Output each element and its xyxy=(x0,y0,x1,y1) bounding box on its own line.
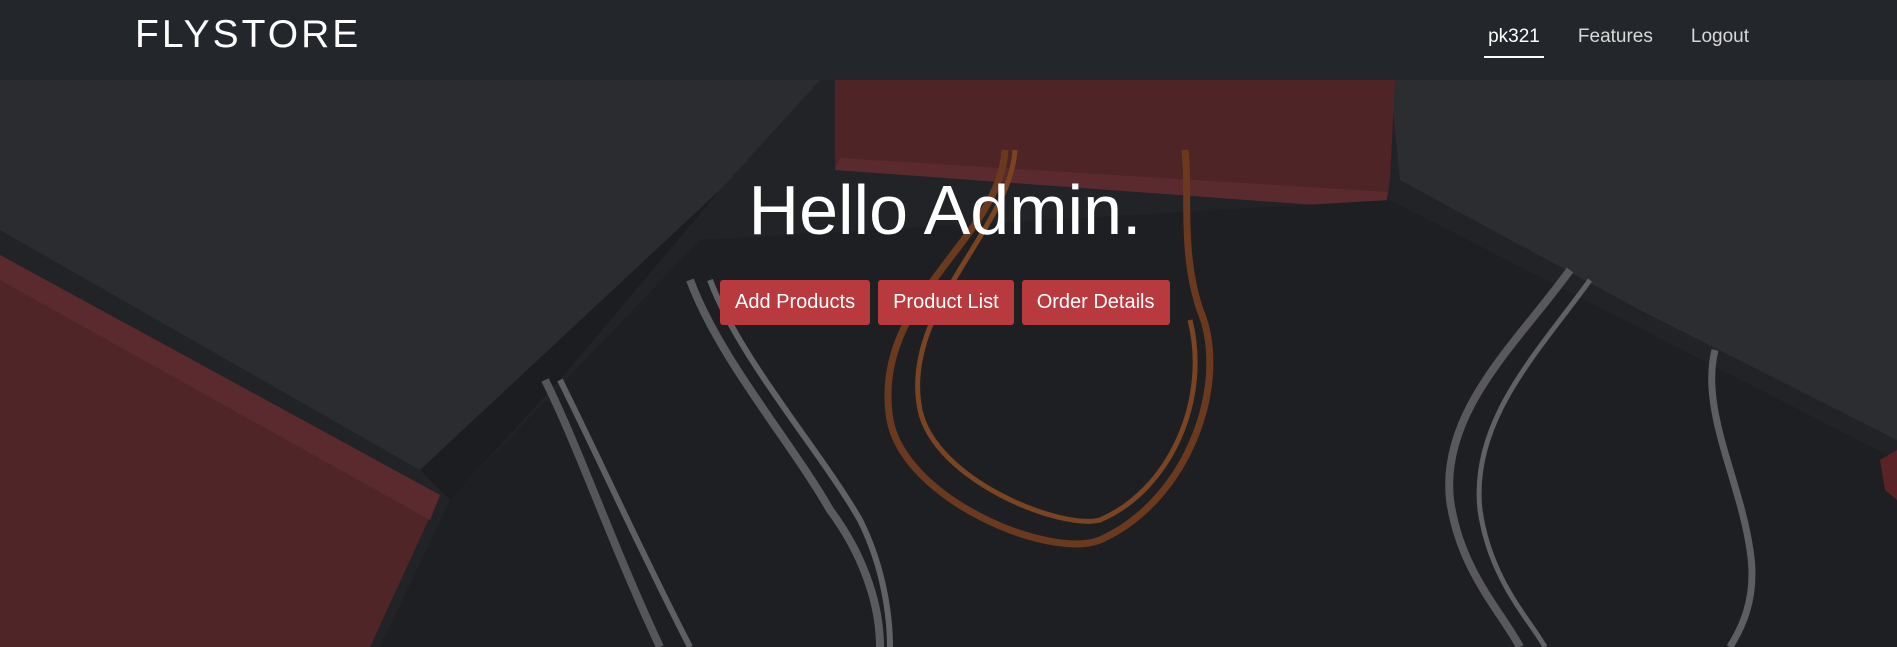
brand-logo[interactable]: FLYSTORE xyxy=(135,12,361,58)
product-list-button[interactable]: Product List xyxy=(878,280,1014,325)
nav-link-logout[interactable]: Logout xyxy=(1687,22,1753,58)
hero-greeting: Hello Admin. xyxy=(748,171,1142,249)
hero-section: Hello Admin. Add Products Product List O… xyxy=(0,80,1897,647)
nav-links: pk321 Features Logout xyxy=(1454,22,1753,58)
nav-link-features[interactable]: Features xyxy=(1574,22,1657,58)
nav-link-user[interactable]: pk321 xyxy=(1484,22,1544,58)
admin-actions: Add Products Product List Order Details xyxy=(720,280,1170,325)
add-products-button[interactable]: Add Products xyxy=(720,280,871,325)
hero-background-image xyxy=(0,80,1897,647)
order-details-button[interactable]: Order Details xyxy=(1021,280,1170,325)
top-navbar: FLYSTORE pk321 Features Logout xyxy=(0,0,1897,80)
page: FLYSTORE pk321 Features Logout Hello Adm… xyxy=(0,0,1897,647)
